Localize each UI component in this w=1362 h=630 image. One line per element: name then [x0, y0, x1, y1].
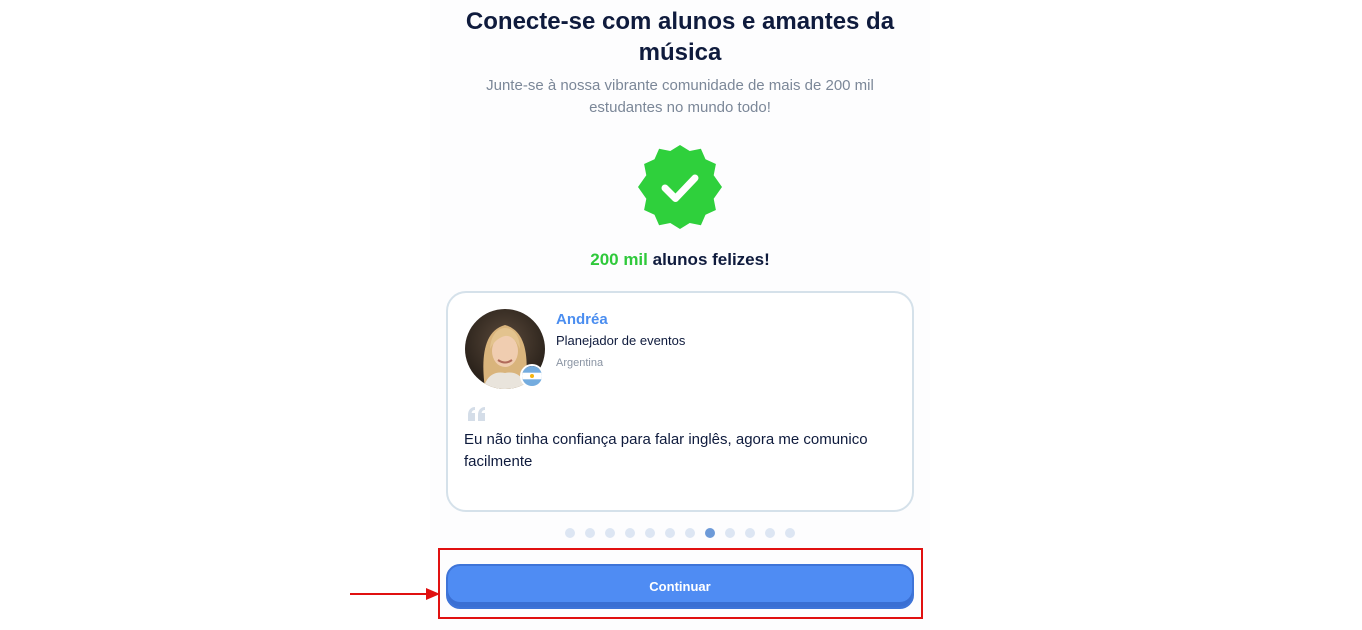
onboarding-page: Conecte-se com alunos e amantes da músic… [0, 0, 1362, 630]
page-subtitle: Junte-se à nossa vibrante comunidade de … [486, 77, 874, 116]
argentina-flag-icon [520, 364, 544, 388]
happy-students-label: 200 mil alunos felizes! [430, 250, 930, 270]
carousel-dot[interactable] [785, 528, 795, 538]
testimonial-role: Planejador de eventos [556, 333, 686, 348]
carousel-dot[interactable] [685, 528, 695, 538]
testimonial-country: Argentina [556, 357, 604, 369]
carousel-dot[interactable] [725, 528, 735, 538]
verified-badge-icon [638, 145, 722, 229]
carousel-dot[interactable] [705, 528, 715, 538]
carousel-pagination [565, 528, 795, 538]
carousel-dot[interactable] [605, 528, 615, 538]
happy-students-text: alunos felizes! [647, 250, 770, 269]
annotation-arrow-icon [350, 588, 440, 600]
testimonial-quote: Eu não tinha confiança para falar inglês… [464, 431, 868, 470]
quote-icon [468, 407, 485, 421]
carousel-dot[interactable] [745, 528, 755, 538]
carousel-dot[interactable] [565, 528, 575, 538]
carousel-dot[interactable] [765, 528, 775, 538]
carousel-dot[interactable] [645, 528, 655, 538]
carousel-dot[interactable] [625, 528, 635, 538]
carousel-dot[interactable] [665, 528, 675, 538]
testimonial-name: Andréa [556, 311, 608, 328]
carousel-dot[interactable] [585, 528, 595, 538]
continue-button[interactable]: Continuar [446, 564, 914, 609]
happy-students-count: 200 mil [590, 250, 648, 269]
page-title: Conecte-se com alunos e amantes da músic… [465, 8, 895, 66]
testimonial-card: Andréa Planejador de eventos Argentina E… [446, 291, 914, 512]
